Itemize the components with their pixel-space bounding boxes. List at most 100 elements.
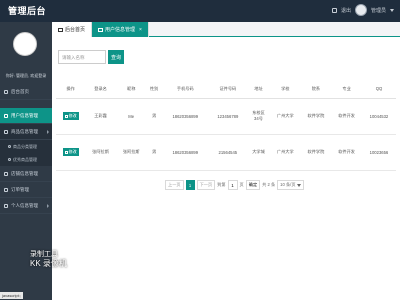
tab-home[interactable]: 后台首页 xyxy=(52,22,93,37)
column-header: 登录名 xyxy=(85,80,116,99)
cell-phone: 18620356899 xyxy=(161,134,209,171)
page-number-current[interactable]: 1 xyxy=(185,180,195,190)
sidebar-item-label: 个人信息管理 xyxy=(11,202,38,208)
cell-gender: 男 xyxy=(146,98,162,135)
user-avatar[interactable] xyxy=(354,4,367,16)
table-row: 修改 王彩霞 Me 男 18620356899 123456789 东校区 34… xyxy=(56,98,396,135)
cell-department: 软件学院 xyxy=(300,98,332,135)
column-header: 手机号码 xyxy=(161,80,209,99)
logout-link[interactable]: 退出 xyxy=(341,7,351,14)
brand-title: 管理后台 xyxy=(8,6,47,16)
sidebar-item-label: 订单管理 xyxy=(11,186,29,192)
cell-address: 东校区 34号 xyxy=(246,98,270,135)
sidebar-item-orders[interactable]: 订单管理 xyxy=(0,182,52,198)
recorder-watermark: 录制工具 KK 录像机 xyxy=(30,250,67,268)
search-button[interactable]: 查询 xyxy=(108,50,124,64)
cell-login: 王彩霞 xyxy=(85,98,116,135)
tab-label: 用户信息管理 xyxy=(105,27,136,33)
sidebar-subitem-featured[interactable]: 优秀商品管理 xyxy=(0,153,52,166)
cell-school: 广州大学 xyxy=(269,98,301,135)
chevron-right-icon xyxy=(47,129,49,134)
sidebar-item-home[interactable]: 后台首页 xyxy=(0,84,52,100)
pagination: 上一页 1 下一页 到第 页 确定 共 2 条 10 条/页 xyxy=(165,180,304,190)
total-count: 共 2 条 xyxy=(262,182,276,187)
sidebar-item-label: 店铺信息管理 xyxy=(11,170,38,176)
edit-button[interactable]: 修改 xyxy=(62,112,79,120)
cell-qq: 10023656 xyxy=(361,134,396,171)
sidebar-item-label: 商品分类管理 xyxy=(13,143,37,149)
sidebar-profile: 你好: 管理员, 欢迎登录 xyxy=(0,22,52,84)
avatar xyxy=(13,32,37,56)
edit-label: 修改 xyxy=(68,113,77,118)
edit-button[interactable]: 修改 xyxy=(62,148,79,156)
column-header: QQ xyxy=(361,80,396,99)
cell-major: 软件开发 xyxy=(331,98,362,135)
tab-bar: 后台首页 用户信息管理 × xyxy=(52,22,400,37)
user-icon xyxy=(98,27,104,32)
lock-icon xyxy=(331,7,337,13)
watermark-line-1: 录制工具 xyxy=(30,251,58,258)
page-unit: 页 xyxy=(239,182,244,187)
sidebar-item-label: 商品信息管理 xyxy=(11,128,38,134)
circle-icon xyxy=(8,145,11,148)
sidebar-item-users[interactable]: 用户信息管理 xyxy=(0,108,52,124)
column-header: 学校 xyxy=(269,80,301,99)
column-header: 昵称 xyxy=(115,80,147,99)
close-icon[interactable]: × xyxy=(139,27,142,33)
cell-qq: 10044532 xyxy=(361,98,396,135)
column-header: 性别 xyxy=(146,80,162,99)
page-input[interactable] xyxy=(227,180,238,190)
edit-label: 修改 xyxy=(68,149,77,154)
top-right-controls: 退出 管理员 xyxy=(331,4,394,16)
tab-user-management[interactable]: 用户信息管理 × xyxy=(92,22,149,37)
column-header: 证件号码 xyxy=(208,80,247,99)
goto-label: 到第 xyxy=(217,182,226,187)
search-input[interactable] xyxy=(58,50,106,64)
circle-icon xyxy=(8,158,11,161)
page-size-value: 10 条/页 xyxy=(280,182,296,187)
person-icon xyxy=(4,203,8,208)
cell-nick: 张阿拉斯 xyxy=(115,134,147,171)
search-bar: 查询 xyxy=(58,50,124,64)
welcome-text: 你好: 管理员, 欢迎登录 xyxy=(5,73,47,78)
sidebar-item-profile[interactable]: 个人信息管理 xyxy=(0,198,52,214)
home-icon xyxy=(4,89,8,94)
sidebar-item-shops[interactable]: 店铺信息管理 xyxy=(0,166,52,182)
column-header: 操作 xyxy=(56,80,86,99)
next-page-button[interactable]: 下一页 xyxy=(196,180,216,190)
chevron-right-icon xyxy=(47,203,49,208)
action-cell: 修改 xyxy=(56,98,86,135)
watermark-line-2: KK 录像机 xyxy=(30,259,67,268)
cell-id-number: 21564545 xyxy=(208,134,247,171)
page-size-select[interactable]: 10 条/页 xyxy=(277,180,304,190)
cell-gender: 男 xyxy=(146,134,162,171)
edit-icon xyxy=(64,150,68,154)
sidebar-item-label: 用户信息管理 xyxy=(11,112,38,118)
column-header: 专业 xyxy=(331,80,362,99)
top-bar: 管理后台 退出 管理员 xyxy=(0,0,400,22)
table-header-row: 操作 登录名 昵称 性别 手机号码 证件号码 地址 学校 院系 专业 QQ xyxy=(56,80,396,99)
action-cell: 修改 xyxy=(56,134,86,171)
user-icon xyxy=(4,113,8,118)
cell-login: 张阿拉斯 xyxy=(85,134,116,171)
sidebar-subitem-category[interactable]: 商品分类管理 xyxy=(0,140,52,153)
user-name[interactable]: 管理员 xyxy=(371,7,386,14)
goto-confirm-button[interactable]: 确定 xyxy=(245,180,261,190)
sidebar-item-products[interactable]: 商品信息管理 xyxy=(0,124,52,140)
prev-page-button[interactable]: 上一页 xyxy=(165,180,184,190)
order-icon xyxy=(4,187,8,192)
monitor-icon xyxy=(58,27,63,32)
cell-major: 软件开发 xyxy=(331,134,362,171)
cell-nick: Me xyxy=(115,98,147,135)
sidebar-item-label: 优秀商品管理 xyxy=(13,156,37,162)
product-icon xyxy=(4,129,8,134)
table-row: 修改 张阿拉斯 张阿拉斯 男 18620356899 21564545 大学城 … xyxy=(56,134,396,171)
edit-icon xyxy=(64,114,68,118)
sidebar-item-label: 后台首页 xyxy=(11,88,29,94)
chevron-down-icon xyxy=(296,183,301,187)
column-header: 院系 xyxy=(300,80,332,99)
chevron-down-icon[interactable] xyxy=(390,8,394,12)
cell-department: 软件学院 xyxy=(300,134,332,171)
column-header: 地址 xyxy=(246,80,270,99)
